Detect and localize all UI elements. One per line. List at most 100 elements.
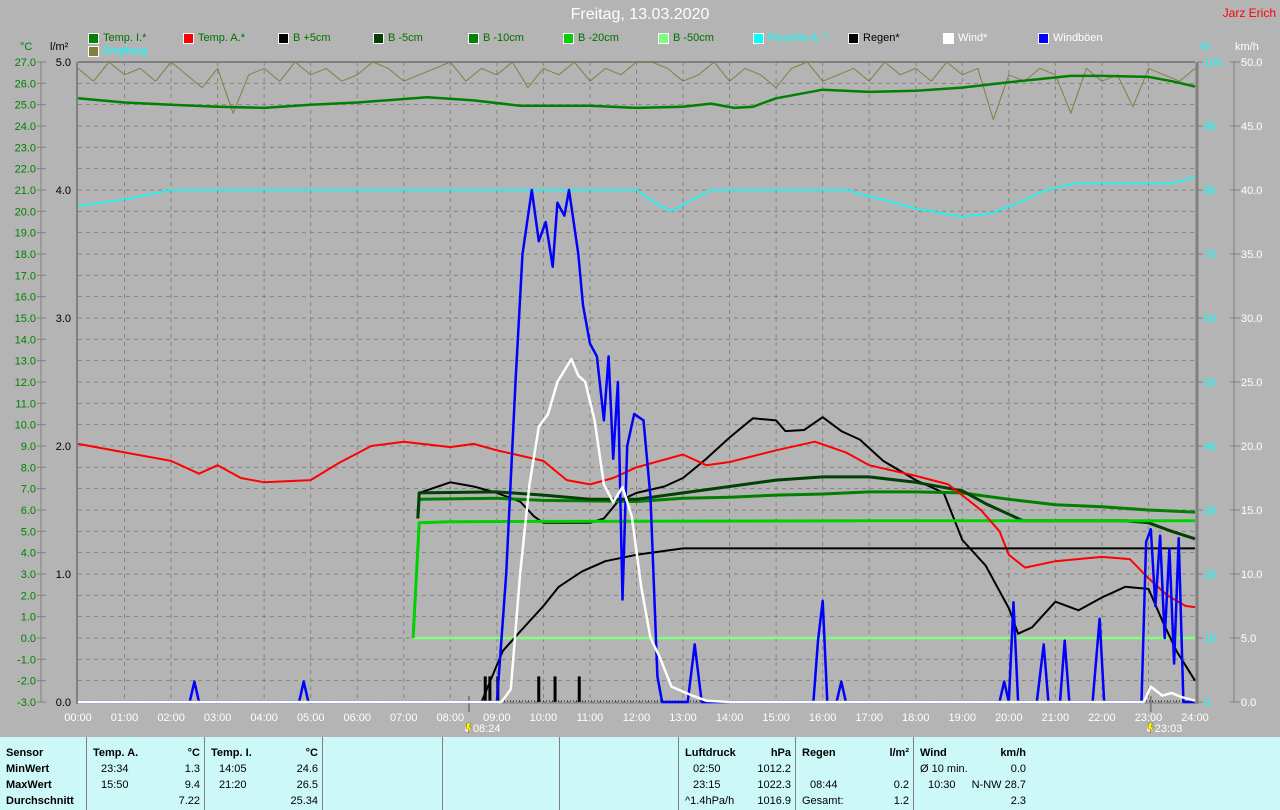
empty-column [442,737,559,810]
statistics-panel: Sensor MinWert MaxWert Durchschnitt Temp… [0,737,1280,810]
wind-unit: km/h [1000,747,1026,759]
rain-time: 08:44 [810,779,838,791]
time-tick-label: 20:00 [995,712,1023,724]
temp-tick-label: 26.0 [15,78,36,90]
rain-header: Regen [802,747,836,759]
pressure-trend: ^1.4hPa/h [685,795,735,807]
time-tick-label: 24:00 [1181,712,1209,724]
temp-a-header: Temp. A. [93,747,139,759]
time-tick-label: 16:00 [809,712,837,724]
hum-tick-label: 50 [1204,377,1216,389]
temp-tick-label: -3.0 [17,697,36,709]
rain-tick-label: 4.0 [56,185,71,197]
wind-max: N-NW 28.7 [971,779,1026,791]
rain-tick-label: 3.0 [56,313,71,325]
rain-tick-label: 1.0 [56,569,71,581]
wind-avg10-label: Ø 10 min. [920,763,968,775]
sensor-column: Sensor MinWert MaxWert Durchschnitt [0,737,86,810]
temp-tick-label: 17.0 [15,270,36,282]
temp-tick-label: 6.0 [21,505,36,517]
rain-column: Regen l/m² 08:44 0.2 Gesamt: 1.2 [795,737,913,810]
rain-tick-label: 0.0 [56,697,71,709]
time-tick-label: 18:00 [902,712,930,724]
hum-tick-label: 20 [1204,569,1216,581]
wind-max-time: 10:30 [928,779,956,791]
wind-axis-unit: km/h [1235,41,1259,53]
temp-i-header: Temp. I. [211,747,252,759]
time-tick-label: 02:00 [157,712,185,724]
temp-tick-label: 14.0 [15,334,36,346]
hum-tick-label: 60 [1204,313,1216,325]
time-tick-label: 08:00 [437,712,465,724]
wind-tick-label: 30.0 [1241,313,1262,325]
rain-unit: l/m² [889,747,909,759]
pressure-min: 1012.2 [757,763,791,775]
time-tick-label: 22:00 [1088,712,1116,724]
hum-tick-label: 90 [1204,121,1216,133]
temp-tick-label: 1.0 [21,612,36,624]
hum-tick-label: 10 [1204,633,1216,645]
temp-tick-label: 22.0 [15,164,36,176]
wind-tick-label: 20.0 [1241,441,1262,453]
wind-tick-label: 35.0 [1241,249,1262,261]
time-tick-label: 13:00 [669,712,697,724]
temp-i-min: 24.6 [296,763,318,775]
temp-a-max: 9.4 [184,779,200,791]
rain-tick-label: 5.0 [56,57,71,69]
weather-chart: °C l/m² 27.0 26.0 25.0 24.0 23.0 22.0 21.0 20.0 19… [15,41,1263,735]
temp-tick-label: 20.0 [15,206,36,218]
temp-tick-label: 11.0 [15,398,36,410]
temp-tick-label: 19.0 [15,228,36,240]
wind-tick-label: 50.0 [1241,57,1262,69]
temp-tick-label: 7.0 [21,484,36,496]
time-tick-label: 05:00 [297,712,325,724]
temp-tick-label: 18.0 [15,249,36,261]
wind-tick-label: 25.0 [1241,377,1262,389]
wind-tick-label: 15.0 [1241,505,1262,517]
hum-tick-label: 30 [1204,505,1216,517]
time-tick-label: 17:00 [855,712,883,724]
wind-avg10: 0.0 [1010,763,1026,775]
pressure-column: Luftdruck hPa 02:50 1012.2 23:15 1022.3 ^1.… [678,737,795,810]
wind-column: Wind km/h Ø 10 min. 0.0 10:30 N-NW 28.7 2.3 [913,737,1030,810]
temp-tick-label: 25.0 [15,100,36,112]
series-wind [78,357,1196,704]
wind-tick-label: 45.0 [1241,121,1262,133]
time-tick-label: 12:00 [623,712,651,724]
hum-tick-label: 100 [1204,57,1222,69]
time-tick-label: 14:00 [716,712,744,724]
wind-tick-label: 10.0 [1241,569,1262,581]
time-tick-label: 10:00 [530,712,558,724]
temp-a-min-time: 23:34 [101,763,129,775]
rain-tick-label: 2.0 [56,441,71,453]
empty-column [322,737,442,810]
time-tick-label: 21:00 [1042,712,1070,724]
temp-i-max: 26.5 [296,779,318,791]
hum-tick-label: 0 [1204,697,1210,709]
time-tick-label: 11:00 [577,712,604,724]
time-tick-label: 06:00 [343,712,371,724]
temp-a-max-time: 15:50 [101,779,129,791]
temp-a-avg: 7.22 [178,795,200,807]
time-tick-label: 19:00 [949,712,977,724]
temp-tick-label: 0.0 [21,633,36,645]
temp-i-column: Temp. I. °C 14:05 24.6 21:20 26.5 25.34 [204,737,322,810]
temp-tick-label: 15.0 [15,313,36,325]
temp-tick-label: 5.0 [21,526,36,538]
time-tick-label: 04:00 [250,712,278,724]
temp-a-unit: °C [187,747,200,759]
temp-tick-label: 8.0 [21,462,36,474]
hum-axis-unit: % [1200,41,1210,53]
rain-value: 0.2 [893,779,909,791]
temp-a-column: Temp. A. °C 23:34 1.3 15:50 9.4 7.22 [86,737,204,810]
pressure-avg: 1016.9 [757,795,791,807]
temp-tick-label: 21.0 [15,185,36,197]
pressure-max: 1022.3 [757,779,791,791]
pressure-unit: hPa [770,747,791,759]
temp-tick-label: 3.0 [21,569,36,581]
temp-tick-label: 10.0 [15,420,36,432]
temp-tick-label: 9.0 [21,441,36,453]
temp-i-unit: °C [305,747,318,759]
pressure-header: Luftdruck [685,747,736,759]
temp-tick-label: 2.0 [21,590,36,602]
